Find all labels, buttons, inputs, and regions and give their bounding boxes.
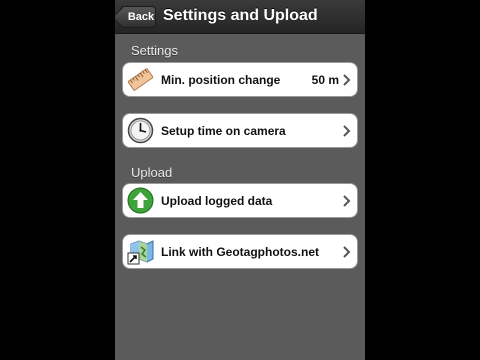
setup-time-on-camera-row[interactable]: Setup time on camera	[122, 113, 358, 148]
ruler-icon	[127, 66, 154, 93]
upload-arrow-icon	[127, 187, 154, 214]
section-header-settings: Settings	[131, 43, 178, 58]
min-position-change-row[interactable]: Min. position change 50 m	[122, 62, 358, 97]
link-geotagphotos-label: Link with Geotagphotos.net	[161, 245, 319, 259]
map-link-icon	[127, 238, 154, 265]
back-button-label: Back	[127, 11, 155, 23]
link-geotagphotos-row[interactable]: Link with Geotagphotos.net	[122, 234, 358, 269]
page-title: Settings and Upload	[163, 7, 318, 24]
app-screen: Back Settings and Upload Settings Min. p…	[115, 0, 365, 360]
clock-icon	[127, 117, 154, 144]
chevron-right-icon	[343, 74, 351, 86]
upload-logged-data-row[interactable]: Upload logged data	[122, 183, 358, 218]
min-position-change-label: Min. position change	[161, 73, 281, 87]
setup-time-on-camera-label: Setup time on camera	[161, 124, 286, 138]
chevron-right-icon	[343, 246, 351, 258]
min-position-change-value: 50 m	[311, 73, 339, 87]
chevron-right-icon	[343, 125, 351, 137]
upload-logged-data-label: Upload logged data	[161, 194, 273, 208]
chevron-right-icon	[343, 195, 351, 207]
back-button[interactable]: Back	[120, 6, 156, 28]
section-header-upload: Upload	[131, 165, 173, 180]
navigation-bar: Back Settings and Upload	[115, 0, 365, 34]
